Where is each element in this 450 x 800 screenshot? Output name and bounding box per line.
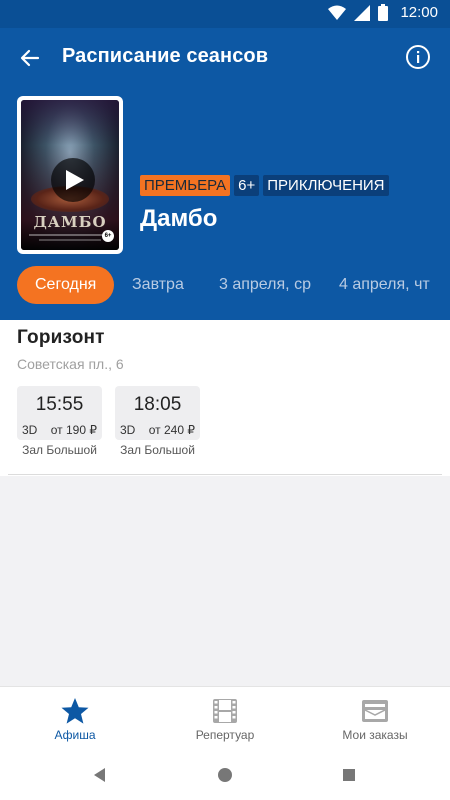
app-bar: Расписание сеансов [0,28,450,86]
play-icon [66,170,84,190]
play-trailer-button[interactable] [51,158,95,202]
system-navigation-bar [0,750,450,800]
back-button[interactable] [14,42,46,74]
nav-item-my-orders[interactable]: Мои заказы [300,687,450,751]
date-selector: Сегодня Завтра 3 апреля, ср 4 апреля, чт [0,266,450,304]
cinema-name[interactable]: Горизонт [17,327,105,349]
cinema-address: Советская пл., 6 [17,356,124,372]
divider [8,474,442,475]
poster-image: ДАМБО 6+ [21,100,119,250]
genre-badge: ПРИКЛЮЧЕНИЯ [263,175,389,196]
system-home-icon[interactable] [216,766,234,784]
battery-icon [378,4,389,21]
poster-fine-print [39,239,101,241]
poster-title-art: ДАМБО [33,213,107,231]
premiere-badge: ПРЕМЬЕРА [140,175,231,196]
session-card[interactable]: 18:05 3D от 240 ₽ [115,386,200,440]
system-recents-icon[interactable] [340,766,358,784]
session-price: от 240 ₽ [148,423,195,437]
session-format: 3D [22,423,38,437]
poster-fine-print [29,234,111,236]
tickets-icon [362,700,388,722]
date-tab-april-4[interactable]: 4 апреля, чт [339,266,430,304]
date-tab-april-3[interactable]: 3 апреля, ср [219,266,311,304]
movie-poster[interactable]: ДАМБО 6+ [17,96,123,254]
session-item[interactable]: 18:05 3D от 240 ₽ Зал Большой [115,386,200,457]
arrow-back-icon [20,49,40,67]
bottom-navigation: Афиша Репертуар Мои заказы [0,686,450,750]
nav-label: Мои заказы [342,728,408,742]
session-hall: Зал Большой [120,443,195,457]
nav-label: Репертуар [195,728,255,742]
system-back-icon[interactable] [91,766,109,784]
session-time: 18:05 [133,394,182,415]
nav-item-afisha[interactable]: Афиша [0,687,150,751]
nav-label: Афиша [54,728,96,742]
session-hall: Зал Большой [22,443,97,457]
info-icon [406,45,430,69]
movie-title: Дамбо [140,205,218,232]
session-time: 15:55 [35,394,84,415]
session-item[interactable]: 15:55 3D от 190 ₽ Зал Большой [17,386,102,457]
date-tab-tomorrow[interactable]: Завтра [132,266,184,304]
star-icon [61,698,89,724]
info-button[interactable] [404,43,432,71]
film-icon [213,699,237,723]
cinema-schedule: Горизонт Советская пл., 6 15:55 3D от 19… [0,320,450,476]
movie-header: Расписание сеансов ДАМБО 6+ ПРЕМЬЕРА 6+ … [0,28,450,320]
movie-tags: ПРЕМЬЕРА 6+ ПРИКЛЮЧЕНИЯ [140,175,389,196]
nav-item-repertoire[interactable]: Репертуар [150,687,300,751]
age-rating-badge: 6+ [234,175,260,196]
poster-age-badge: 6+ [102,230,114,242]
date-tab-today[interactable]: Сегодня [17,266,115,304]
session-card[interactable]: 15:55 3D от 190 ₽ [17,386,102,440]
session-format: 3D [120,423,136,437]
signal-icon [354,4,371,21]
wifi-icon [328,5,347,20]
page-title: Расписание сеансов [62,45,269,67]
session-price: от 190 ₽ [50,423,97,437]
status-bar: 12:00 [0,0,450,28]
status-time: 12:00 [400,4,438,21]
